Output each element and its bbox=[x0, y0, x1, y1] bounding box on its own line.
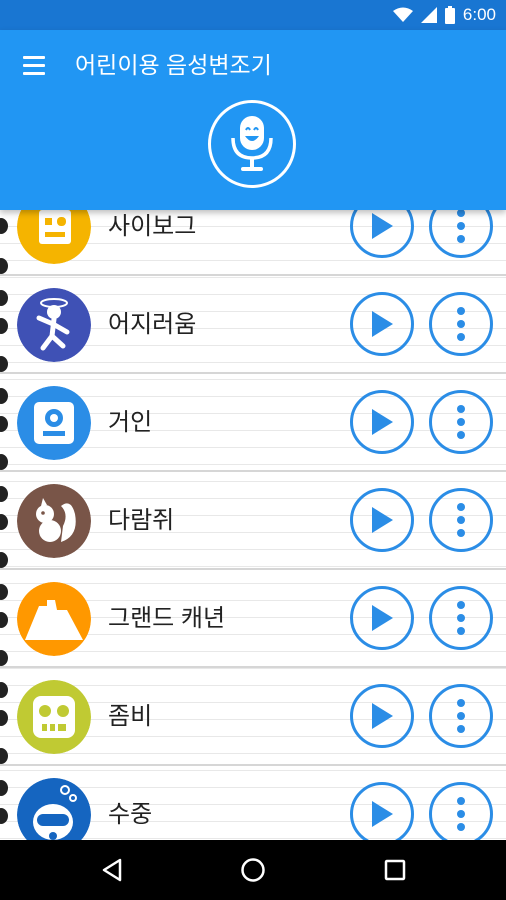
hamburger-icon bbox=[23, 55, 45, 59]
list-item: 수중 bbox=[0, 766, 506, 840]
zombie-icon bbox=[17, 680, 91, 754]
voice-list: 사이보그 어지러움 거인 다람쥐 그랜드 캐년 좀비 수중 bbox=[0, 210, 506, 840]
more-options-button[interactable] bbox=[429, 684, 493, 748]
clock: 6:00 bbox=[462, 5, 496, 24]
more-options-button[interactable] bbox=[429, 390, 493, 454]
play-button[interactable] bbox=[350, 684, 414, 748]
play-button[interactable] bbox=[350, 390, 414, 454]
play-button[interactable] bbox=[350, 782, 414, 840]
dizzy-icon bbox=[17, 288, 91, 362]
home-button[interactable] bbox=[233, 850, 273, 890]
grand-canyon-icon bbox=[17, 582, 91, 656]
list-item: 다람쥐 bbox=[0, 472, 506, 570]
underwater-icon bbox=[17, 778, 91, 840]
giant-icon bbox=[17, 386, 91, 460]
navigation-bar bbox=[0, 840, 506, 900]
voice-label: 그랜드 캐년 bbox=[108, 605, 226, 632]
back-icon bbox=[102, 858, 122, 882]
play-icon bbox=[372, 605, 393, 631]
voice-label: 수중 bbox=[108, 801, 153, 828]
signal-icon bbox=[420, 7, 437, 23]
more-options-button[interactable] bbox=[429, 210, 493, 258]
home-icon bbox=[241, 858, 265, 882]
list-item: 사이보그 bbox=[0, 210, 506, 276]
list-item: 그랜드 캐년 bbox=[0, 570, 506, 668]
microphone-icon bbox=[231, 116, 273, 171]
more-options-button[interactable] bbox=[429, 586, 493, 650]
notebook-rings bbox=[0, 210, 14, 840]
play-icon bbox=[372, 801, 393, 827]
status-bar: 6:00 bbox=[0, 0, 506, 30]
record-button[interactable] bbox=[208, 100, 296, 188]
play-button[interactable] bbox=[350, 292, 414, 356]
more-options-button[interactable] bbox=[429, 292, 493, 356]
list-item: 어지러움 bbox=[0, 276, 506, 374]
voice-label: 어지러움 bbox=[108, 311, 197, 338]
recents-icon bbox=[384, 859, 406, 881]
play-icon bbox=[372, 311, 393, 337]
page-title: 어린이용 음성변조기 bbox=[75, 52, 272, 78]
cyborg-icon bbox=[17, 210, 91, 264]
recents-button[interactable] bbox=[375, 850, 415, 890]
play-button[interactable] bbox=[350, 586, 414, 650]
menu-button[interactable] bbox=[14, 48, 54, 82]
voice-label: 사이보그 bbox=[108, 213, 197, 240]
squirrel-icon bbox=[17, 484, 91, 558]
play-icon bbox=[372, 409, 393, 435]
back-button[interactable] bbox=[92, 850, 132, 890]
voice-label: 좀비 bbox=[108, 703, 153, 730]
play-icon bbox=[372, 213, 393, 239]
battery-icon bbox=[444, 6, 455, 24]
app-bar: 어린이용 음성변조기 bbox=[0, 30, 506, 210]
play-icon bbox=[372, 703, 393, 729]
list-item: 좀비 bbox=[0, 668, 506, 766]
voice-label: 거인 bbox=[108, 409, 153, 436]
more-options-button[interactable] bbox=[429, 488, 493, 552]
wifi-icon bbox=[392, 7, 413, 23]
play-button[interactable] bbox=[350, 488, 414, 552]
more-options-button[interactable] bbox=[429, 782, 493, 840]
voice-label: 다람쥐 bbox=[108, 507, 175, 534]
play-icon bbox=[372, 507, 393, 533]
play-button[interactable] bbox=[350, 210, 414, 258]
list-item: 거인 bbox=[0, 374, 506, 472]
